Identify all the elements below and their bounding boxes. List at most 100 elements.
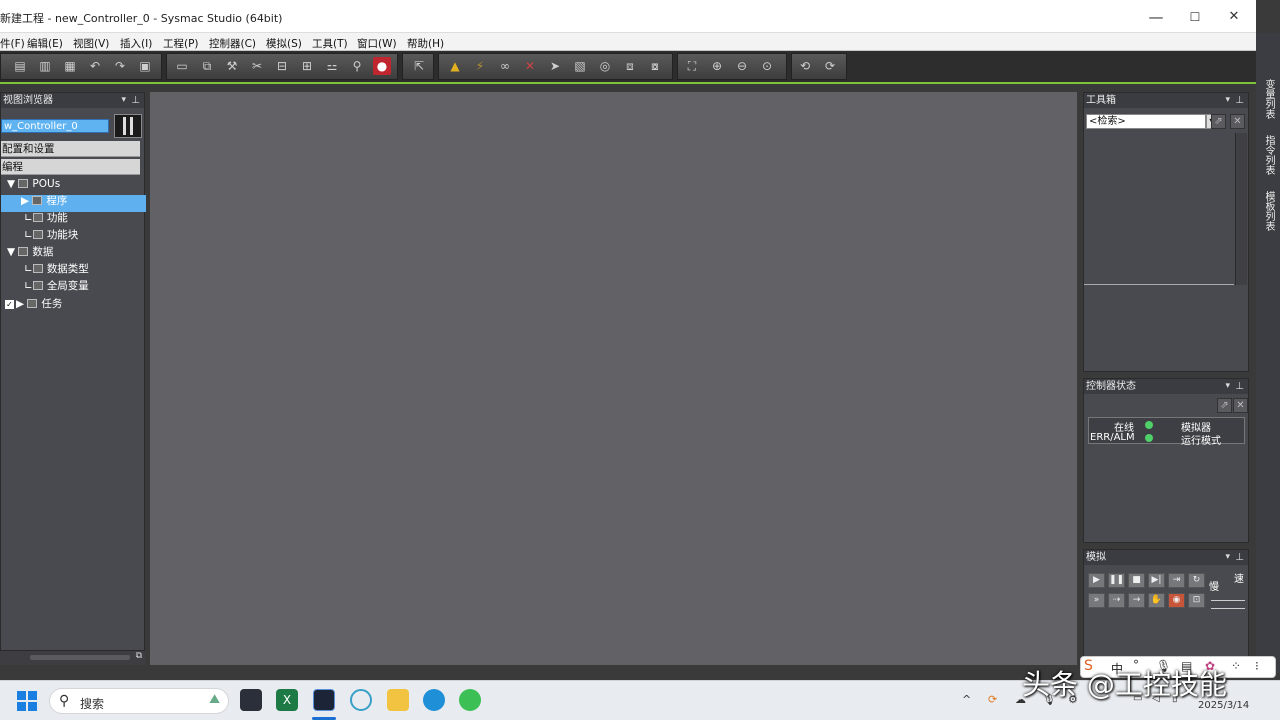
back-icon[interactable]: ⟲	[796, 57, 814, 75]
panel-dropdown-icon[interactable]: ▾	[1225, 550, 1230, 565]
tab-variable-list[interactable]: 变量列表	[1260, 79, 1276, 119]
pin-icon[interactable]: ⊥	[1235, 379, 1244, 394]
start-icon[interactable]	[17, 691, 37, 711]
minimize-button[interactable]: —	[1136, 4, 1176, 30]
link-icon[interactable]: ∞	[496, 57, 514, 75]
build-icon[interactable]: ⚒	[223, 57, 241, 75]
warning-icon[interactable]: ▲	[446, 57, 464, 75]
tree-item-data-types[interactable]: ∟ 数据类型	[24, 261, 89, 278]
sim-step-out-button[interactable]: →	[1128, 593, 1145, 608]
online-edit-icon[interactable]: ⚡	[471, 57, 489, 75]
variable-table-icon[interactable]: ⊞	[298, 57, 316, 75]
tree-item-data[interactable]: ▼ 数据	[7, 244, 53, 261]
tab-template-list[interactable]: 模板列表	[1260, 191, 1276, 231]
stop-icon[interactable]: ●	[373, 57, 391, 75]
sim-fast-forward-button[interactable]: »	[1088, 593, 1105, 608]
sync-icon[interactable]: ⧈	[621, 57, 639, 75]
popout-icon[interactable]: ⇗	[1217, 398, 1232, 413]
search-icon[interactable]: ⚲	[348, 57, 366, 75]
sim-step-button[interactable]: ▶|	[1148, 573, 1165, 588]
app-icon-tool[interactable]	[240, 689, 262, 711]
sim-stop-button[interactable]: ■	[1128, 573, 1145, 588]
panel-dropdown-icon[interactable]: ▾	[1225, 93, 1230, 108]
backup-icon[interactable]: ⧇	[646, 57, 664, 75]
expand-icon[interactable]: ▶	[16, 298, 27, 310]
close-button[interactable]: ✕	[1214, 4, 1254, 30]
memory-icon[interactable]: ⊟	[273, 57, 291, 75]
section-config-settings[interactable]: 配置和设置	[1, 141, 140, 157]
tree-item-global-variables[interactable]: ∟ 全局变量	[24, 278, 89, 295]
zoom-in-icon[interactable]: ⊕	[708, 57, 726, 75]
forward-icon[interactable]: ⟳	[821, 57, 839, 75]
tree-item-program[interactable]: ▶ 程序	[21, 193, 67, 210]
cross-reference-icon[interactable]: ⧉	[198, 57, 216, 75]
close-icon[interactable]: ✕	[1233, 398, 1248, 413]
set-icon[interactable]: ▧	[571, 57, 589, 75]
menu-edit[interactable]: 编辑(E)	[27, 36, 63, 51]
undo-icon[interactable]: ↶	[86, 57, 104, 75]
paste-icon[interactable]: ▥	[36, 57, 54, 75]
compare-icon[interactable]: ✂	[248, 57, 266, 75]
maximize-button[interactable]: ☐	[1175, 4, 1215, 30]
menu-tools[interactable]: 工具(T)	[312, 36, 348, 51]
controller-device-button[interactable]	[114, 114, 142, 138]
3d-view-icon[interactable]: ▭	[173, 57, 191, 75]
checkbox-icon[interactable]: ✓	[5, 300, 14, 309]
section-programming[interactable]: 编程	[1, 159, 140, 175]
menu-project[interactable]: 工程(P)	[163, 36, 199, 51]
ime-more-icon[interactable]: ⁝	[1255, 659, 1259, 673]
collapse-icon[interactable]: ▼	[7, 246, 18, 258]
sim-step-in-button[interactable]: ⇢	[1108, 593, 1125, 608]
controller-select[interactable]: w_Controller_0	[1, 119, 109, 133]
force-icon[interactable]: ➤	[546, 57, 564, 75]
view-browser-scrollbar[interactable]: ⧉	[0, 650, 145, 665]
zoom-reset-icon[interactable]: ⊙	[758, 57, 776, 75]
ime-toolbox-icon[interactable]: ⁘	[1231, 659, 1241, 673]
sim-speed-slider[interactable]	[1211, 600, 1245, 601]
sysmac-studio-icon[interactable]	[313, 689, 335, 711]
sim-settings-button[interactable]: ⊡	[1188, 593, 1205, 608]
panel-dropdown-icon[interactable]: ▾	[121, 93, 126, 108]
tree-item-function-block[interactable]: ∟ 功能块	[24, 227, 78, 244]
edge-icon[interactable]	[423, 689, 445, 711]
refresh-icon[interactable]: ◎	[596, 57, 614, 75]
transfer-icon[interactable]: ⇱	[410, 57, 428, 75]
menu-controller[interactable]: 控制器(C)	[209, 36, 256, 51]
toolbox-clear-button[interactable]: ✕	[1230, 114, 1245, 129]
tray-app-icon[interactable]: ⟳	[988, 693, 997, 706]
monitor-icon[interactable]: ⚍	[323, 57, 341, 75]
sim-record-button[interactable]: ◉	[1168, 593, 1185, 608]
menu-window[interactable]: 窗口(W)	[357, 36, 397, 51]
editor-area[interactable]	[150, 92, 1077, 665]
menu-view[interactable]: 视图(V)	[73, 36, 109, 51]
delete-icon[interactable]: ▦	[61, 57, 79, 75]
pin-icon[interactable]: ⊥	[131, 93, 140, 108]
fit-icon[interactable]: ⛶	[683, 57, 701, 75]
pin-icon[interactable]: ⊥	[1235, 93, 1244, 108]
tab-instruction-list[interactable]: 指令列表	[1260, 135, 1276, 175]
disconnect-icon[interactable]: ✕	[521, 57, 539, 75]
panel-dropdown-icon[interactable]: ▾	[1225, 379, 1230, 394]
help-icon[interactable]: ▣	[136, 57, 154, 75]
sim-reset-button[interactable]: ↻	[1188, 573, 1205, 588]
sim-pause-button[interactable]: ❚❚	[1108, 573, 1125, 588]
toolbox-search-button[interactable]: ⇗	[1211, 114, 1226, 129]
sim-run-button[interactable]: ▶	[1088, 573, 1105, 588]
excel-icon[interactable]: X	[276, 689, 298, 711]
sim-step-over-button[interactable]: ⇥	[1168, 573, 1185, 588]
sim-breakpoint-button[interactable]: ✋	[1148, 593, 1165, 608]
file-explorer-icon[interactable]	[387, 689, 409, 711]
tree-item-pous[interactable]: ▼ POUs	[7, 176, 60, 193]
redo-icon[interactable]: ↷	[111, 57, 129, 75]
copy-icon[interactable]: ▤	[11, 57, 29, 75]
menu-help[interactable]: 帮助(H)	[407, 36, 444, 51]
tree-item-function[interactable]: ∟ 功能	[24, 210, 68, 227]
tree-item-tasks[interactable]: ✓ ▶ 任务	[5, 296, 62, 313]
menu-file[interactable]: 件(F)	[0, 36, 25, 51]
wechat-icon[interactable]	[459, 689, 481, 711]
taskbar-search[interactable]: ⚲ 搜索 ⛰	[49, 688, 229, 714]
toolbox-search-input[interactable]: <检索>	[1086, 114, 1206, 129]
pin-icon[interactable]: ⊥	[1235, 550, 1244, 565]
menu-insert[interactable]: 插入(I)	[120, 36, 152, 51]
expand-icon[interactable]: ▶	[21, 195, 32, 207]
